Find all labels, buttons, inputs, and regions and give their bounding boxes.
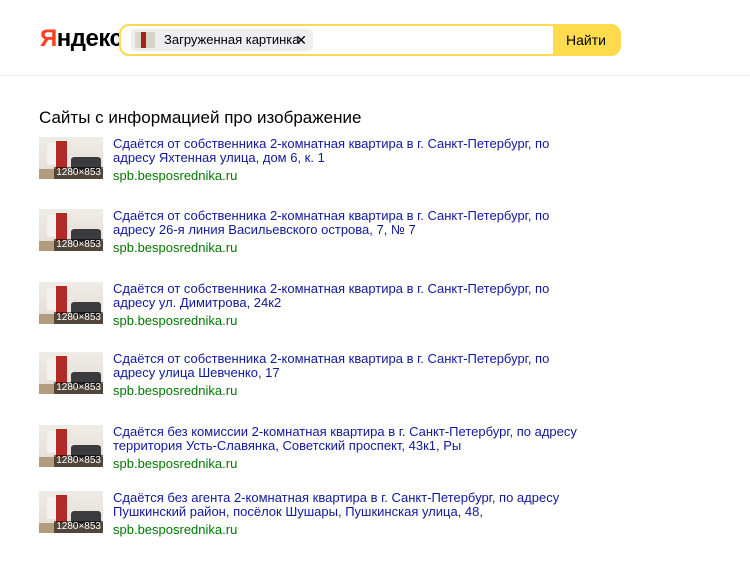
- result-url-link[interactable]: spb.besposrednika.ru: [113, 523, 237, 537]
- result-thumbnail[interactable]: 1280×853: [39, 282, 103, 324]
- result-title-link[interactable]: Сдаётся от собственника 2-комнатная квар…: [113, 352, 593, 380]
- search-bar: Загруженная картинка ✕ Найти: [119, 24, 621, 56]
- result-title-link[interactable]: Сдаётся от собственника 2-комнатная квар…: [113, 282, 593, 310]
- result-item: 1280×853 Сдаётся от собственника 2-комнат…: [39, 137, 599, 187]
- result-title-link[interactable]: Сдаётся от собственника 2-комнатная квар…: [113, 137, 593, 165]
- result-item: 1280×853 Сдаётся без агента 2-комнатная к…: [39, 491, 599, 541]
- result-thumbnail[interactable]: 1280×853: [39, 425, 103, 467]
- result-thumbnail[interactable]: 1280×853: [39, 209, 103, 251]
- image-size-badge: 1280×853: [54, 521, 103, 533]
- result-title-link[interactable]: Сдаётся без агента 2-комнатная квартира …: [113, 491, 593, 519]
- result-url-link[interactable]: spb.besposrednika.ru: [113, 241, 237, 255]
- uploaded-image-chip[interactable]: Загруженная картинка ✕: [131, 29, 313, 51]
- result-item: 1280×853 Сдаётся от собственника 2-комнат…: [39, 352, 599, 402]
- section-title: Сайты с информацией про изображение: [39, 108, 362, 127]
- result-title-link[interactable]: Сдаётся без комиссии 2-комнатная квартир…: [113, 425, 593, 453]
- thumbnail-window: [47, 431, 56, 453]
- result-item: 1280×853 Сдаётся от собственника 2-комнат…: [39, 282, 599, 332]
- result-url-link[interactable]: spb.besposrednika.ru: [113, 314, 237, 328]
- close-icon[interactable]: ✕: [295, 31, 307, 49]
- uploaded-image-label: Загруженная картинка: [164, 32, 300, 47]
- image-size-badge: 1280×853: [54, 382, 103, 394]
- result-url-link[interactable]: spb.besposrednika.ru: [113, 169, 237, 183]
- image-size-badge: 1280×853: [54, 455, 103, 467]
- thumbnail-window: [47, 497, 56, 519]
- search-input[interactable]: Загруженная картинка ✕: [121, 26, 553, 54]
- thumbnail-window: [47, 288, 56, 310]
- image-size-badge: 1280×853: [54, 312, 103, 324]
- logo-first-letter: Я: [40, 25, 57, 52]
- logo-rest: ндекс: [56, 25, 123, 52]
- thumbnail-window: [47, 358, 56, 380]
- image-size-badge: 1280×853: [54, 167, 103, 179]
- result-thumbnail[interactable]: 1280×853: [39, 137, 103, 179]
- result-item: 1280×853 Сдаётся от собственника 2-комнат…: [39, 209, 599, 259]
- yandex-logo[interactable]: Яндекс: [40, 24, 123, 54]
- result-url-link[interactable]: spb.besposrednika.ru: [113, 457, 237, 471]
- result-thumbnail[interactable]: 1280×853: [39, 491, 103, 533]
- result-thumbnail[interactable]: 1280×853: [39, 352, 103, 394]
- thumbnail-window: [47, 143, 56, 165]
- search-button[interactable]: Найти: [553, 26, 619, 54]
- uploaded-image-thumbnail: [135, 32, 155, 48]
- result-item: 1280×853 Сдаётся без комиссии 2-комнатная…: [39, 425, 599, 475]
- result-url-link[interactable]: spb.besposrednika.ru: [113, 384, 237, 398]
- header: Яндекс Загруженная картинка ✕ Найти: [0, 0, 750, 76]
- thumbnail-window: [47, 215, 56, 237]
- result-title-link[interactable]: Сдаётся от собственника 2-комнатная квар…: [113, 209, 593, 237]
- image-size-badge: 1280×853: [54, 239, 103, 251]
